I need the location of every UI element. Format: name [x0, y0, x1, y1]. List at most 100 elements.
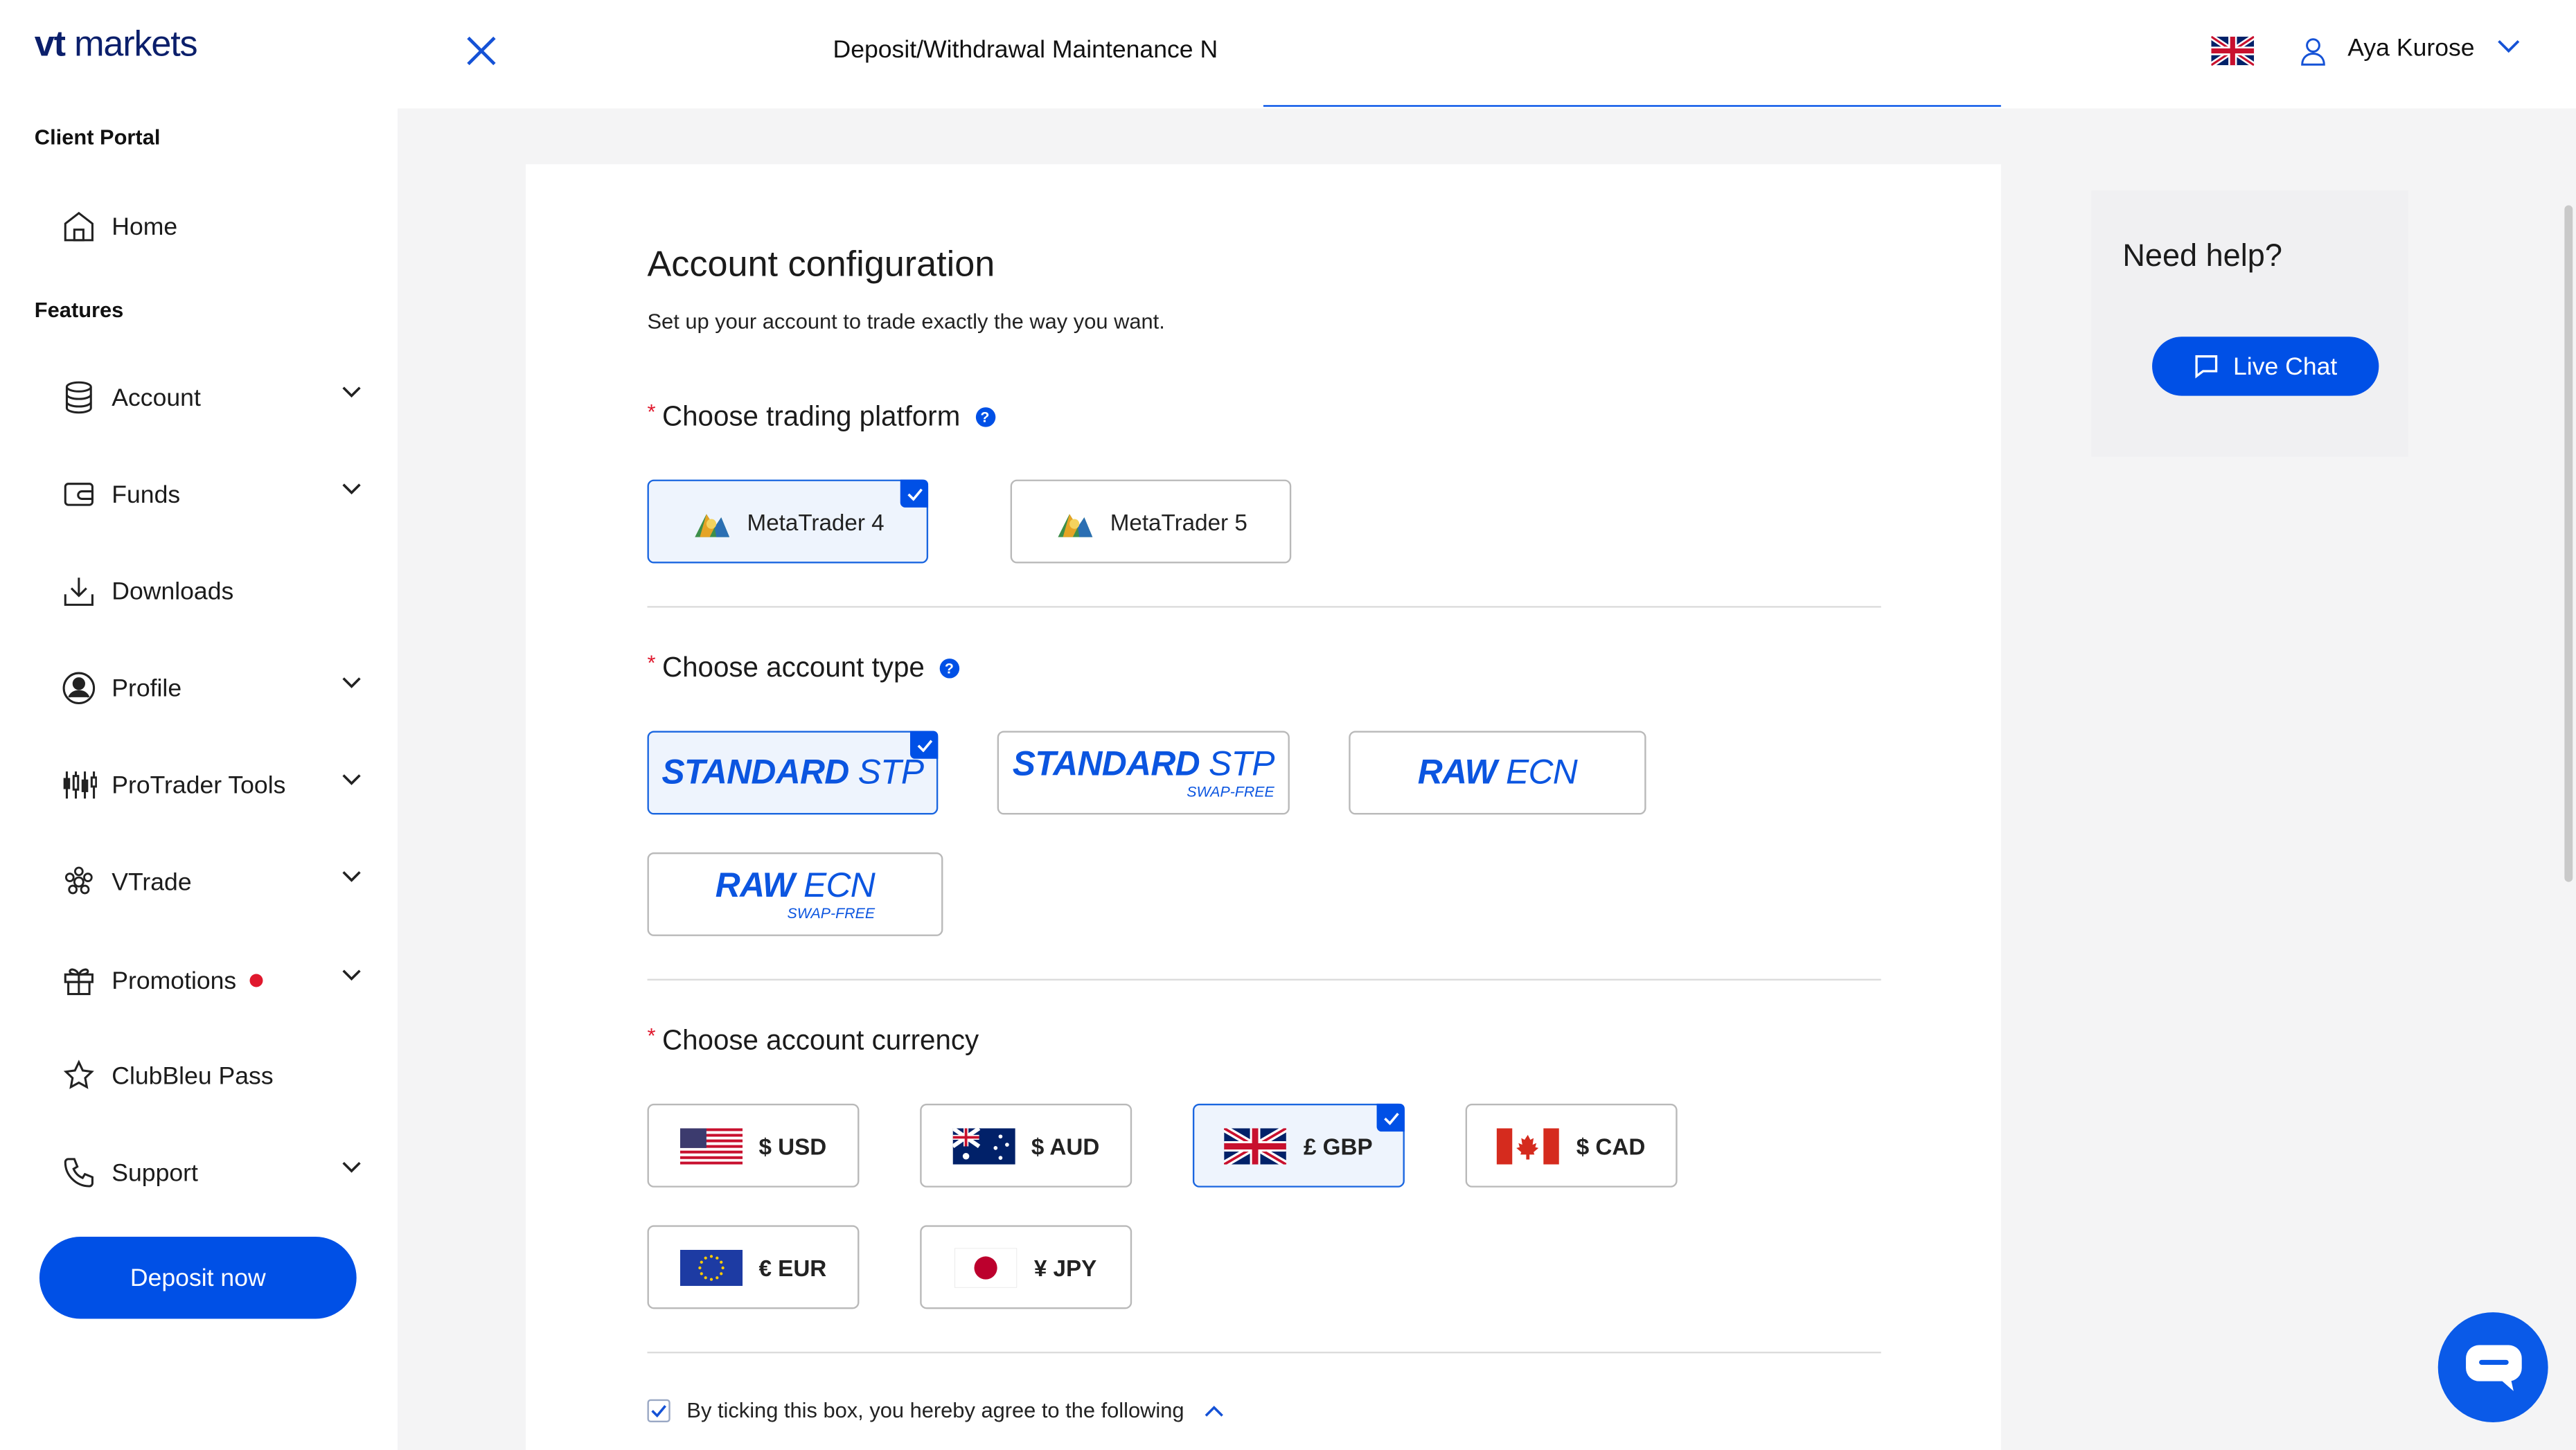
chevron-down-icon: [342, 969, 361, 981]
account-configuration-card: Account configuration Set up your accoun…: [525, 164, 2001, 1450]
sidebar-item-label: ClubBleu Pass: [112, 1062, 274, 1090]
sidebar-item-label: Home: [112, 213, 178, 241]
brand-logo[interactable]: vt markets: [35, 23, 198, 66]
close-icon[interactable]: [463, 33, 499, 69]
currency-option-cad[interactable]: $ CAD: [1465, 1103, 1678, 1188]
platform-option-mt5[interactable]: MetaTrader 5: [1010, 479, 1292, 564]
gift-icon: [59, 961, 98, 1001]
database-icon: [59, 378, 98, 418]
sidebar-item-label: VTrade: [112, 868, 192, 896]
swap-free-tag: SWAP-FREE: [787, 904, 876, 921]
live-chat-label: Live Chat: [2233, 352, 2338, 381]
currency-option-eur[interactable]: € EUR: [647, 1225, 860, 1309]
sidebar-item-funds[interactable]: Funds: [59, 469, 371, 519]
currency-label: * Choose account currency: [647, 1022, 979, 1057]
help-panel: Need help? Live Chat: [2091, 190, 2409, 457]
scrollbar[interactable]: [2564, 205, 2573, 882]
chevron-down-icon: [342, 386, 361, 398]
sidebar: vt markets Client Portal Home Features A…: [0, 0, 398, 1450]
sidebar-item-label: Promotions: [112, 966, 237, 995]
account-type-name: RAW ECN: [1417, 753, 1578, 792]
agreement-checkbox[interactable]: [647, 1398, 670, 1422]
sidebar-item-profile[interactable]: Profile: [59, 663, 371, 713]
top-header: Deposit/Withdrawal Maintenance N Aya Kur…: [397, 0, 2576, 109]
us-flag-icon: [679, 1127, 743, 1164]
agreement-row: By ticking this box, you hereby agree to…: [647, 1397, 1223, 1422]
section-client-portal: Client Portal: [34, 125, 161, 150]
divider: [647, 1351, 1881, 1354]
currency-option-label: € EUR: [758, 1253, 827, 1280]
announcement-marquee: Deposit/Withdrawal Maintenance N: [833, 36, 1218, 64]
chat-bubble-icon: [2464, 1344, 2521, 1390]
download-icon: [59, 571, 98, 611]
account-type-label: * Choose account type ?: [647, 650, 959, 685]
account-type-name: RAW ECN: [715, 866, 876, 904]
chevron-down-icon: [342, 483, 361, 495]
platform-label: * Choose trading platform ?: [647, 398, 995, 433]
sidebar-item-downloads[interactable]: Downloads: [59, 566, 371, 616]
currency-option-label: £ GBP: [1303, 1132, 1373, 1159]
account-type-raw-ecn-swap-free[interactable]: RAW ECN SWAP-FREE: [647, 852, 943, 936]
account-type-name: STANDARD STP: [1012, 744, 1275, 783]
currency-option-label: $ AUD: [1031, 1132, 1100, 1159]
currency-option-label: $ USD: [758, 1132, 827, 1159]
platform-option-mt4[interactable]: MetaTrader 4: [647, 479, 929, 564]
uk-flag-icon[interactable]: [2211, 36, 2255, 66]
chevron-up-icon[interactable]: [1204, 1404, 1223, 1417]
account-type-label-text: Choose account type: [661, 652, 925, 683]
currency-option-gbp[interactable]: £ GBP: [1192, 1103, 1405, 1188]
chat-icon: [2196, 355, 2218, 379]
sidebar-item-support[interactable]: Support: [59, 1148, 371, 1197]
chevron-down-icon: [342, 1161, 361, 1173]
header-progress-line: [1263, 105, 2001, 107]
sidebar-item-label: Downloads: [112, 577, 234, 606]
sidebar-item-home[interactable]: Home: [59, 202, 371, 251]
chevron-down-icon[interactable]: [2497, 39, 2520, 54]
divider: [647, 978, 1881, 981]
chat-widget-button[interactable]: [2437, 1312, 2548, 1422]
account-type-standard-stp[interactable]: STANDARD STP: [647, 731, 939, 815]
account-type-raw-ecn[interactable]: RAW ECN: [1349, 731, 1646, 815]
currency-option-jpy[interactable]: ¥ JPY: [920, 1225, 1132, 1309]
live-chat-button[interactable]: Live Chat: [2152, 337, 2379, 396]
currency-option-label: ¥ JPY: [1033, 1253, 1097, 1280]
platform-label-text: Choose trading platform: [661, 400, 961, 432]
help-title: Need help?: [2122, 240, 2282, 275]
help-icon[interactable]: ?: [939, 659, 959, 679]
sidebar-item-label: Profile: [112, 674, 182, 702]
page-subtitle: Set up your account to trade exactly the…: [647, 308, 1165, 334]
account-type-standard-stp-swap-free[interactable]: STANDARD STP SWAP-FREE: [997, 731, 1290, 815]
user-icon: [2301, 38, 2325, 66]
page-title: Account configuration: [647, 243, 995, 285]
user-circle-icon: [59, 668, 98, 708]
sidebar-item-clubbleu-pass[interactable]: ClubBleu Pass: [59, 1051, 371, 1100]
sidebar-item-protrader-tools[interactable]: ProTrader Tools: [59, 760, 371, 809]
star-icon: [59, 1056, 98, 1095]
jp-flag-icon: [955, 1247, 1018, 1287]
sidebar-item-account[interactable]: Account: [59, 373, 371, 422]
swap-free-tag: SWAP-FREE: [1187, 782, 1274, 799]
account-type-logo: RAW ECN SWAP-FREE: [715, 866, 876, 921]
currency-option-usd[interactable]: $ USD: [647, 1103, 860, 1188]
sidebar-item-promotions[interactable]: Promotions: [59, 956, 371, 1005]
phone-icon: [59, 1153, 98, 1192]
metatrader-icon: [1057, 513, 1092, 537]
deposit-now-button[interactable]: Deposit now: [39, 1236, 357, 1319]
currency-option-aud[interactable]: $ AUD: [920, 1103, 1132, 1188]
section-features: Features: [34, 297, 124, 322]
sidebar-item-vtrade[interactable]: VTrade: [59, 857, 371, 906]
checkmark-icon: [1376, 1103, 1405, 1132]
user-name[interactable]: Aya Kurose: [2347, 35, 2474, 62]
agreement-text: By ticking this box, you hereby agree to…: [686, 1397, 1184, 1422]
sidebar-item-label: Account: [112, 383, 201, 412]
currency-label-text: Choose account currency: [661, 1025, 979, 1057]
account-type-name: STANDARD STP: [661, 753, 924, 792]
sidebar-item-label: Funds: [112, 480, 181, 509]
chevron-down-icon: [342, 677, 361, 688]
au-flag-icon: [952, 1127, 1015, 1164]
sidebar-item-label: Support: [112, 1158, 198, 1187]
checkmark-icon: [909, 731, 939, 759]
vtrade-icon: [59, 862, 98, 902]
candlestick-icon: [59, 765, 98, 805]
help-icon[interactable]: ?: [975, 407, 995, 427]
